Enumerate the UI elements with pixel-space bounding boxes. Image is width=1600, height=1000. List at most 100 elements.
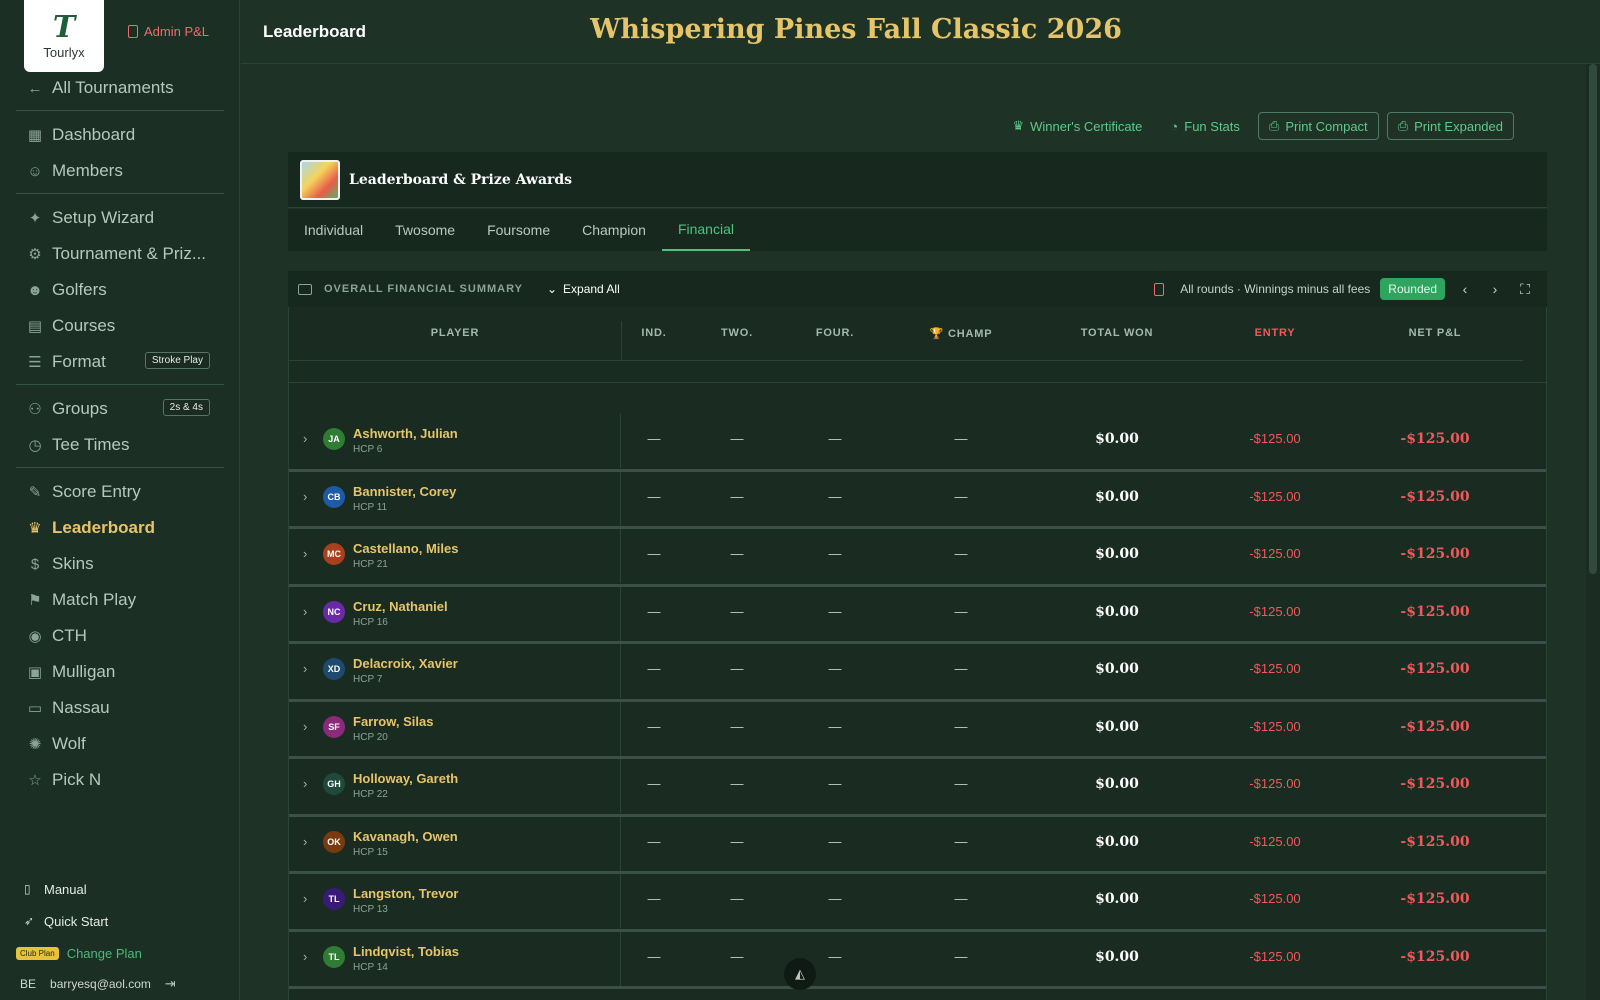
sidebar-item-dashboard[interactable]: ▦ Dashboard bbox=[16, 117, 224, 153]
chevron-right-icon[interactable]: › bbox=[1485, 281, 1505, 297]
col-total-won[interactable]: TOTAL WON bbox=[1039, 327, 1195, 339]
player-name[interactable]: Bannister, Corey bbox=[353, 484, 456, 499]
sidebar-item-setup-wizard[interactable]: ✦ Setup Wizard bbox=[16, 200, 224, 236]
sidebar-item-match-play[interactable]: ⚑ Match Play bbox=[16, 582, 224, 618]
winners-certificate-button[interactable]: ♛ Winner's Certificate bbox=[1002, 112, 1152, 140]
flag-icon: ⚑ bbox=[28, 592, 42, 609]
scrollbar[interactable] bbox=[1586, 64, 1600, 1000]
sidebar-item-mulligan[interactable]: ▣ Mulligan bbox=[16, 654, 224, 690]
col-champ[interactable]: 🏆 CHAMP bbox=[883, 327, 1039, 340]
rocket-icon: ➶ bbox=[24, 914, 35, 928]
chevron-right-icon[interactable]: › bbox=[303, 949, 307, 964]
chevron-right-icon[interactable]: › bbox=[303, 891, 307, 906]
player-name[interactable]: Cruz, Nathaniel bbox=[353, 599, 448, 614]
tab-champion[interactable]: Champion bbox=[566, 209, 662, 251]
table-row[interactable]: › JA Ashworth, Julian HCP 6 — — — — $0.0… bbox=[289, 414, 1546, 472]
avatar: XD bbox=[323, 658, 345, 680]
table-row[interactable]: › NC Cruz, Nathaniel HCP 16 — — — — $0.0… bbox=[289, 586, 1546, 644]
expand-all-button[interactable]: ⌄ Expand All bbox=[547, 282, 620, 296]
sidebar-item-wolf[interactable]: ✺ Wolf bbox=[16, 726, 224, 762]
col-ind[interactable]: IND. bbox=[621, 327, 687, 339]
cell-net-pl: -$125.00 bbox=[1400, 546, 1470, 562]
table-row[interactable]: › MC Castellano, Miles HCP 21 — — — — $0… bbox=[289, 529, 1546, 587]
sidebar-item-label: Leaderboard bbox=[52, 518, 155, 537]
print-expanded-button[interactable]: ⎙ Print Expanded bbox=[1386, 112, 1514, 140]
sidebar-item-score-entry[interactable]: ✎ Score Entry bbox=[16, 474, 224, 510]
player-cell: › OK Kavanagh, Owen HCP 15 bbox=[289, 816, 621, 871]
tab-financial[interactable]: Financial bbox=[661, 209, 750, 251]
table-row[interactable]: › GH Holloway, Gareth HCP 22 — — — — $0.… bbox=[289, 759, 1546, 817]
player-name[interactable]: Langston, Trevor bbox=[353, 886, 458, 901]
change-plan-link[interactable]: Change Plan bbox=[67, 946, 142, 961]
sidebar-item-cth[interactable]: ◉ CTH bbox=[16, 618, 224, 654]
avatar: SF bbox=[323, 715, 345, 738]
sidebar-item-skins[interactable]: $ Skins bbox=[16, 546, 224, 582]
player-name[interactable]: Lindqvist, Tobias bbox=[353, 944, 459, 959]
player-name[interactable]: Delacroix, Xavier bbox=[353, 656, 458, 671]
printer-icon: ⎙ bbox=[1268, 118, 1280, 133]
table-row[interactable]: › TL Lindqvist, Tobias HCP 14 — — — — $0… bbox=[289, 931, 1546, 989]
chevron-right-icon[interactable]: › bbox=[303, 661, 307, 676]
col-player[interactable]: PLAYER bbox=[289, 327, 621, 339]
player-hcp: HCP 14 bbox=[353, 961, 388, 973]
scrollbar-thumb[interactable] bbox=[1589, 64, 1597, 574]
chevron-right-icon[interactable]: › bbox=[303, 489, 307, 504]
sliders-icon: ☰ bbox=[28, 354, 42, 371]
admin-pl-label: Admin P&L bbox=[144, 24, 210, 39]
admin-pl-link[interactable]: Admin P&L bbox=[128, 24, 209, 39]
table-row[interactable]: › TL Langston, Trevor HCP 13 — — — — $0.… bbox=[289, 874, 1546, 932]
sidebar-item-tournament-prizes[interactable]: ⚙ Tournament & Priz... bbox=[16, 236, 224, 272]
player-name[interactable]: Farrow, Silas bbox=[353, 714, 433, 729]
manual-link[interactable]: ▯ Manual bbox=[16, 880, 226, 898]
quick-start-link[interactable]: ➶ Quick Start bbox=[16, 912, 226, 930]
sidebar-item-format[interactable]: ☰ Format Stroke Play bbox=[16, 344, 224, 380]
chevron-right-icon[interactable]: › bbox=[303, 776, 307, 791]
fun-stats-button[interactable]: ◔ Fun Stats bbox=[1160, 112, 1250, 140]
chevron-right-icon[interactable]: › bbox=[303, 719, 307, 734]
chevron-left-icon[interactable]: ‹ bbox=[1455, 281, 1475, 297]
print-compact-button[interactable]: ⎙ Print Compact bbox=[1257, 112, 1379, 140]
player-name[interactable]: Castellano, Miles bbox=[353, 541, 458, 556]
rounded-toggle[interactable]: Rounded bbox=[1380, 278, 1445, 300]
player-name[interactable]: Kavanagh, Owen bbox=[353, 829, 458, 844]
sidebar-item-courses[interactable]: ▤ Courses bbox=[16, 308, 224, 344]
plan-row: Club Plan Change Plan bbox=[16, 944, 226, 962]
table-row[interactable]: › SF Farrow, Silas HCP 20 — — — — $0.00 … bbox=[289, 701, 1546, 759]
sidebar-item-nassau[interactable]: ▭ Nassau bbox=[16, 690, 224, 726]
fullscreen-icon[interactable]: ⛶ bbox=[1515, 281, 1535, 298]
tab-twosome[interactable]: Twosome bbox=[379, 209, 471, 251]
sidebar-item-golfers[interactable]: ☻ Golfers bbox=[16, 272, 224, 308]
chevron-right-icon[interactable]: › bbox=[303, 546, 307, 561]
sidebar-item-tee-times[interactable]: ◷ Tee Times bbox=[16, 427, 224, 463]
sidebar-item-all-tournaments[interactable]: ← All Tournaments bbox=[16, 70, 224, 106]
player-hcp: HCP 11 bbox=[353, 501, 388, 513]
devtools-icon[interactable]: ◭ bbox=[784, 958, 816, 990]
chevron-right-icon[interactable]: › bbox=[303, 431, 307, 446]
sidebar-item-groups[interactable]: ⚇ Groups 2s & 4s bbox=[16, 391, 224, 427]
print-compact-label: Print Compact bbox=[1285, 118, 1368, 134]
sidebar-item-leaderboard[interactable]: ♛ Leaderboard bbox=[16, 510, 224, 546]
cell-total-won: $0.00 bbox=[1095, 833, 1139, 850]
logout-icon[interactable]: ⇥ bbox=[165, 976, 176, 992]
player-name[interactable]: Ashworth, Julian bbox=[353, 426, 458, 441]
sidebar: T Tourlyx Admin P&L ← All Tournaments ▦ … bbox=[0, 0, 240, 1000]
table-row[interactable]: › OK Kavanagh, Owen HCP 15 — — — — $0.00… bbox=[289, 816, 1546, 874]
chevron-right-icon[interactable]: › bbox=[303, 604, 307, 619]
tab-individual[interactable]: Individual bbox=[288, 209, 379, 251]
table-row[interactable]: › XD Delacroix, Xavier HCP 7 — — — — $0.… bbox=[289, 644, 1546, 702]
sidebar-item-members[interactable]: ☺ Members bbox=[16, 153, 224, 189]
tournament-thumbnail bbox=[300, 159, 340, 200]
col-entry[interactable]: ENTRY bbox=[1195, 327, 1355, 339]
col-two[interactable]: TWO. bbox=[687, 327, 787, 339]
sidebar-item-pick-n[interactable]: ☆ Pick N bbox=[16, 762, 224, 798]
player-name[interactable]: Holloway, Gareth bbox=[353, 771, 458, 786]
tab-foursome[interactable]: Foursome bbox=[471, 209, 566, 251]
cell-entry: -$125.00 bbox=[1249, 776, 1301, 791]
table-row[interactable]: › CB Bannister, Corey HCP 11 — — — — $0.… bbox=[289, 471, 1546, 529]
divider bbox=[16, 110, 224, 111]
cell-net-pl: -$125.00 bbox=[1400, 833, 1470, 850]
col-four[interactable]: FOUR. bbox=[787, 327, 883, 339]
chevron-right-icon[interactable]: › bbox=[303, 834, 307, 849]
col-net-pl[interactable]: NET P&L bbox=[1355, 327, 1515, 339]
app-logo[interactable]: T Tourlyx bbox=[24, 0, 104, 72]
